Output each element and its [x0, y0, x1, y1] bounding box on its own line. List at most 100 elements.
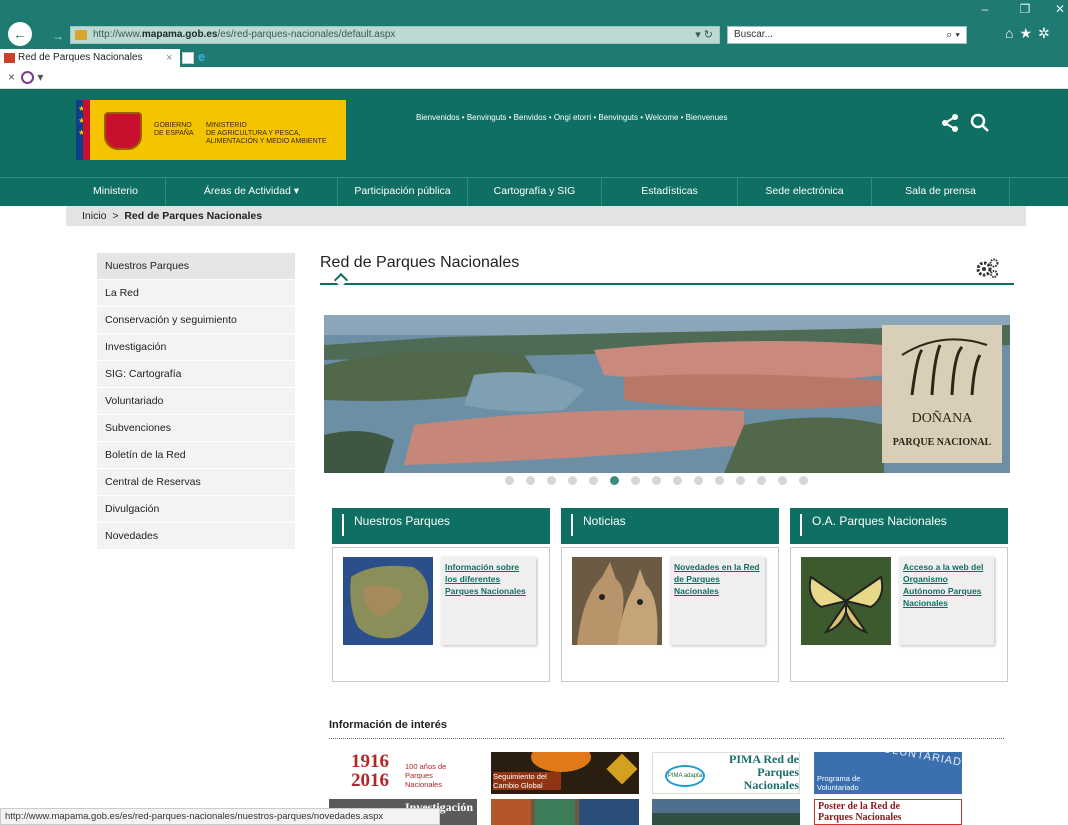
card-oapn-title[interactable]: O.A. Parques Nacionales — [790, 508, 1008, 544]
card-oapn: Acceso a la web del Organismo Autónomo P… — [790, 547, 1008, 682]
sidebar-item-la-red[interactable]: La Red — [97, 280, 295, 307]
title-bar: – ❐ ✕ — [0, 0, 1068, 20]
card-nuestros-parques: Información sobre los diferentes Parques… — [332, 547, 550, 682]
nav-sede[interactable]: Sede electrónica — [738, 178, 872, 207]
sidebar-item-nuestros-parques[interactable]: Nuestros Parques — [97, 253, 295, 280]
nav-cartografia[interactable]: Cartografía y SIG — [468, 178, 602, 207]
thumb-landscape[interactable] — [652, 799, 800, 825]
restore-icon[interactable]: ❐ — [1010, 2, 1040, 16]
nav-estadisticas[interactable]: Estadísticas — [602, 178, 738, 207]
address-bar[interactable]: http://www.mapama.gob.es/es/red-parques-… — [70, 26, 720, 44]
minimize-icon[interactable]: – — [970, 2, 1000, 16]
voluntariado-label: Programa de Voluntariado — [817, 774, 861, 792]
thumb-pima[interactable]: PIMA adapta PIMA Red de Parques Nacional… — [652, 752, 800, 794]
carousel-dot[interactable] — [547, 476, 556, 485]
sidebar-item-novedades[interactable]: Novedades — [97, 523, 295, 550]
browser-tab[interactable]: Red de Parques Nacionales × — [0, 49, 180, 67]
carousel-dot[interactable] — [589, 476, 598, 485]
carousel-dot[interactable] — [610, 476, 619, 485]
command-bar: × ▾ — [0, 67, 1068, 89]
url-path: /es/red-parques-nacionales/default.aspx — [217, 29, 396, 40]
sidebar-item-subvenciones[interactable]: Subvenciones — [97, 415, 295, 442]
toolbar-icons: ⌂★✲ — [1005, 25, 1056, 42]
favorites-star-icon[interactable]: ★ — [1019, 25, 1038, 41]
hero-carousel[interactable]: DOÑANA PARQUE NACIONAL — [324, 315, 1010, 473]
thumb-voluntariado[interactable]: VOLUNTARIADO Programa de Voluntariado — [814, 752, 962, 794]
carousel-dot[interactable] — [652, 476, 661, 485]
poster-label: Poster de la Red de Parques Nacionales — [818, 801, 902, 823]
ministry-name: MINISTERIO DE AGRICULTURA Y PESCA, ALIME… — [206, 122, 327, 145]
sidebar-menu: Nuestros Parques La Red Conservación y s… — [97, 253, 295, 550]
carousel-dot[interactable] — [715, 476, 724, 485]
home-icon[interactable]: ⌂ — [1005, 25, 1019, 41]
nav-participacion[interactable]: Participación pública — [338, 178, 468, 207]
language-links[interactable]: Bienvenidos • Benvinguts • Benvidos • On… — [416, 113, 728, 122]
edge-icon[interactable]: e — [198, 50, 212, 64]
carousel-dot[interactable] — [736, 476, 745, 485]
sidebar-item-investigacion[interactable]: Investigación — [97, 334, 295, 361]
iberia-map-image[interactable] — [343, 557, 433, 645]
browser-search-input[interactable]: Buscar... ⌕ ▾ — [727, 26, 967, 44]
back-button[interactable]: ← — [8, 22, 32, 46]
butterfly-image[interactable] — [801, 557, 891, 645]
card-nuestros-parques-title[interactable]: Nuestros Parques — [332, 508, 550, 544]
forward-button[interactable]: → — [50, 28, 66, 44]
cambio-label: Seguimiento del Cambio Global — [493, 772, 561, 790]
pima-label: PIMA Red de Parques Nacionales — [729, 752, 799, 792]
addon-dropdown-icon[interactable]: ▾ — [37, 70, 43, 84]
carousel-dot[interactable] — [673, 476, 682, 485]
addon-icon[interactable] — [21, 71, 35, 85]
carousel-dot[interactable] — [505, 476, 514, 485]
centenary-years: 1916 2016 — [351, 752, 389, 791]
search-placeholder: Buscar... — [734, 29, 773, 40]
card-noticias: Novedades en la Red de Parques Nacionale… — [561, 547, 779, 682]
sidebar-item-voluntariado[interactable]: Voluntariado — [97, 388, 295, 415]
card-oapn-link[interactable]: Acceso a la web del Organismo Autónomo P… — [899, 557, 994, 645]
status-bar: http://www.mapama.gob.es/es/red-parques-… — [0, 808, 440, 825]
card-noticias-link[interactable]: Novedades en la Red de Parques Nacionale… — [670, 557, 765, 645]
thumb-centenary[interactable]: 1916 2016 100 años de Parques Nacionales — [329, 752, 477, 794]
search-icon[interactable] — [970, 113, 990, 133]
breadcrumb-home[interactable]: Inicio — [82, 210, 107, 222]
sidebar-item-conservacion[interactable]: Conservación y seguimiento — [97, 307, 295, 334]
share-icon[interactable] — [940, 113, 960, 133]
close-bar-icon[interactable]: × — [8, 70, 15, 84]
site-header: ★ ★ ★ GOBIERNO DE ESPAÑA MINISTERIO DE AGR… — [0, 89, 1068, 177]
close-window-icon[interactable]: ✕ — [1045, 2, 1068, 16]
carousel-dot[interactable] — [694, 476, 703, 485]
carousel-dot[interactable] — [631, 476, 640, 485]
thumb-poster[interactable]: Poster de la Red de Parques Nacionales — [814, 799, 962, 825]
carousel-dot[interactable] — [778, 476, 787, 485]
site-favicon-icon — [75, 30, 87, 40]
government-logo[interactable]: ★ ★ ★ GOBIERNO DE ESPAÑA MINISTERIO DE AGR… — [76, 100, 346, 160]
refresh-icon[interactable]: ▾ ↻ — [695, 27, 713, 43]
carousel-dots — [505, 476, 820, 486]
card-noticias-title[interactable]: Noticias — [561, 508, 779, 544]
card-nuestros-parques-link[interactable]: Información sobre los diferentes Parques… — [441, 557, 536, 645]
carousel-dot[interactable] — [757, 476, 766, 485]
nav-ministerio[interactable]: Ministerio — [66, 178, 166, 207]
leaf-icon — [606, 753, 638, 785]
nav-areas-actividad[interactable]: Áreas de Actividad ▾ — [166, 178, 338, 207]
pima-logo-icon: PIMA adapta — [665, 765, 705, 787]
nav-sala-prensa[interactable]: Sala de prensa — [872, 178, 1010, 207]
donana-badge: DOÑANA PARQUE NACIONAL — [882, 325, 1002, 463]
donana-subtitle: PARQUE NACIONAL — [892, 437, 992, 448]
breadcrumb-separator: > — [112, 210, 119, 222]
sidebar-item-divulgacion[interactable]: Divulgación — [97, 496, 295, 523]
tab-close-icon[interactable]: × — [166, 49, 172, 67]
carousel-dot[interactable] — [799, 476, 808, 485]
settings-gear-icon[interactable]: ✲ — [1038, 25, 1056, 41]
thumb-cambio-global[interactable]: Seguimiento del Cambio Global — [491, 752, 639, 794]
sidebar-item-reservas[interactable]: Central de Reservas — [97, 469, 295, 496]
thumb-collage[interactable] — [491, 799, 639, 825]
gears-icon[interactable] — [975, 257, 999, 279]
lynx-image[interactable] — [572, 557, 662, 645]
new-tab-icon[interactable] — [182, 52, 194, 64]
search-dropdown-icon[interactable]: ⌕ ▾ — [946, 27, 960, 43]
donana-title: DOÑANA — [911, 411, 973, 426]
carousel-dot[interactable] — [526, 476, 535, 485]
sidebar-item-boletin[interactable]: Boletín de la Red — [97, 442, 295, 469]
sidebar-item-sig[interactable]: SIG: Cartografía — [97, 361, 295, 388]
carousel-dot[interactable] — [568, 476, 577, 485]
